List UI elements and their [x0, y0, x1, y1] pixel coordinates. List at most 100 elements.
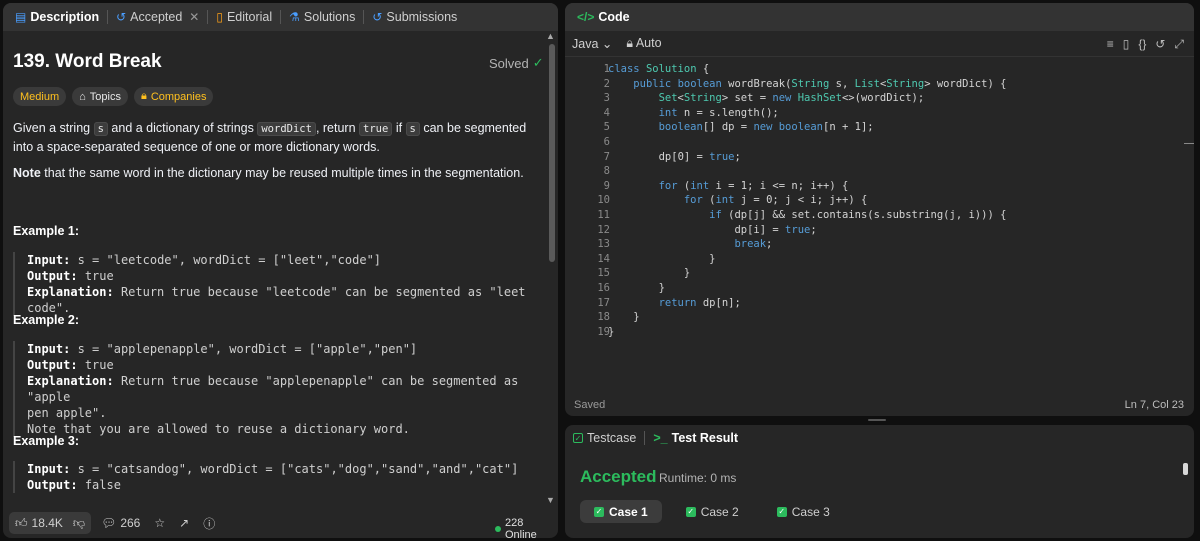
bookmark-icon[interactable]: ▯: [1123, 37, 1130, 52]
test-tab-bar: ✓ Testcase >_ Test Result: [565, 425, 1194, 451]
explanation-label: Explanation:: [27, 285, 114, 299]
code-line: }: [608, 325, 615, 338]
help-button[interactable]: ⓘ: [199, 515, 219, 532]
history-icon: ↺: [372, 10, 383, 24]
test-panel: ✓ Testcase >_ Test Result Accepted Runti…: [565, 425, 1194, 538]
description-content: 139. Word Break Solved ✓ Medium ⌂ Topics…: [3, 31, 558, 508]
inline-code: s: [405, 122, 420, 136]
code-line: int n = s.length();: [658, 106, 779, 119]
line-number: 8: [603, 165, 610, 178]
star-icon: ☆: [154, 516, 166, 530]
case-3-tab[interactable]: ✓ Case 3: [763, 500, 844, 523]
tab-editorial-label: Editorial: [226, 10, 273, 24]
tab-code[interactable]: </> Code: [571, 3, 636, 31]
left-tab-bar: ▤ Description ↺ Accepted ✕ ▯ Editorial ⚗…: [3, 3, 558, 31]
braces-icon[interactable]: {}: [1138, 37, 1146, 52]
favorite-button[interactable]: ☆: [150, 516, 169, 530]
desc-text: if: [395, 121, 403, 135]
tab-testcase[interactable]: ✓ Testcase: [573, 431, 636, 445]
like-count: 18.4K: [31, 516, 63, 530]
solved-badge: Solved ✓: [489, 55, 544, 71]
scroll-down-arrow[interactable]: ▼: [546, 495, 555, 505]
topics-label: Topics: [89, 90, 121, 103]
output-label: Output:: [27, 478, 78, 492]
line-number: 3: [603, 92, 610, 105]
online-count: 228 Online: [495, 517, 558, 538]
companies-chip[interactable]: 🔒︎ Companies: [133, 87, 214, 106]
close-icon[interactable]: ✕: [189, 11, 199, 23]
verdict-label: Accepted: [580, 467, 657, 486]
like-button[interactable]: 👍︎ 18.4K 👎︎: [9, 512, 92, 534]
code-line: return dp[n];: [658, 296, 741, 309]
line-number: 18: [597, 311, 610, 324]
language-select[interactable]: Java ⌄: [572, 36, 612, 51]
output-value: false: [84, 478, 121, 492]
tab-description-label: Description: [30, 10, 100, 24]
example-1-heading: Example 1:: [13, 224, 80, 238]
solved-label: Solved: [489, 55, 529, 71]
comment-icon: 💬︎: [101, 516, 117, 530]
example-3-heading: Example 3:: [13, 434, 80, 448]
mode-indicator[interactable]: 🔒︎ Auto: [626, 36, 661, 51]
case-1-tab[interactable]: ✓ Case 1: [580, 500, 662, 523]
inline-code: s: [93, 122, 108, 136]
note-bold: Note: [13, 166, 41, 180]
example-2-heading: Example 2:: [13, 313, 80, 327]
code-panel: </> Code Java ⌄ 🔒︎ Auto ≡ ▯ {} ↺ ⤢ 12345…: [565, 3, 1194, 416]
check-icon: ✓: [594, 506, 604, 517]
inline-code: true: [359, 122, 393, 136]
input-value: s = "leetcode", wordDict = ["leet","code…: [77, 253, 382, 267]
thumbs-down-icon[interactable]: 👎︎: [73, 516, 85, 531]
share-icon: ↗: [179, 516, 190, 530]
tab-accepted[interactable]: ↺ Accepted ✕: [110, 3, 205, 31]
case-2-tab[interactable]: ✓ Case 2: [672, 500, 753, 523]
saved-status: Saved: [574, 399, 606, 411]
code-editor[interactable]: class Solution { public boolean wordBrea…: [608, 62, 1006, 339]
output-value: true: [84, 269, 114, 283]
tab-editorial[interactable]: ▯ Editorial: [210, 3, 278, 31]
test-scrollbar[interactable]: [1183, 455, 1188, 533]
share-button[interactable]: ↗: [175, 516, 193, 530]
tab-solutions[interactable]: ⚗ Solutions: [283, 3, 361, 31]
online-dot-icon: [495, 526, 501, 532]
scrollbar-thumb[interactable]: [1183, 463, 1188, 475]
scrollbar-thumb[interactable]: [549, 44, 555, 262]
description-scrollbar[interactable]: [549, 39, 555, 499]
tab-code-label: Code: [598, 10, 630, 24]
code-tab-bar: </> Code: [565, 3, 1194, 31]
tab-description[interactable]: ▤ Description: [9, 3, 105, 31]
tab-submissions[interactable]: ↺ Submissions: [366, 3, 463, 31]
problem-note: Note that the same word in the dictionar…: [13, 164, 533, 182]
desc-text: , return: [315, 121, 356, 135]
tab-separator: [644, 431, 646, 445]
example-2-block: Input: s = "applepenapple", wordDict = […: [13, 341, 538, 437]
code-line: break;: [734, 238, 773, 251]
line-number: 1: [603, 63, 610, 75]
check-icon: ✓: [685, 506, 696, 517]
line-number: 11: [597, 208, 610, 221]
code-line: class Solution {: [608, 63, 710, 75]
code-line: dp[0] = true;: [658, 150, 741, 163]
format-icon[interactable]: ≡: [1107, 37, 1114, 52]
tab-submissions-label: Submissions: [386, 10, 458, 24]
reset-icon[interactable]: ↺: [1155, 37, 1165, 52]
help-icon: ⓘ: [203, 516, 216, 531]
tab-separator: [280, 10, 282, 24]
description-footer: 👍︎ 18.4K 👎︎ 💬︎ 266 ☆ ↗ ⓘ: [3, 508, 558, 538]
tab-test-result-label: Test Result: [671, 431, 739, 445]
topics-chip[interactable]: ⌂ Topics: [72, 87, 128, 106]
comments-button[interactable]: 💬︎ 266: [97, 516, 144, 530]
code-line: }: [608, 311, 640, 324]
expand-icon[interactable]: ⤢: [1174, 37, 1184, 52]
terminal-icon: >_: [653, 431, 668, 445]
problem-title[interactable]: 139. Word Break: [13, 51, 162, 73]
tab-test-result[interactable]: >_ Test Result: [653, 431, 738, 445]
example-3-block: Input: s = "catsandog", wordDict = ["cat…: [13, 461, 538, 493]
tab-separator: [207, 10, 209, 24]
panel-resize-handle[interactable]: [868, 419, 886, 421]
runtime-label: Runtime: 0 ms: [659, 471, 737, 485]
case-label: Case 3: [791, 504, 830, 519]
editor-scroll-marker: [1184, 143, 1194, 144]
code-line: }: [608, 267, 691, 280]
code-line: Set<String> set = new HashSet<>(wordDict…: [658, 92, 925, 105]
